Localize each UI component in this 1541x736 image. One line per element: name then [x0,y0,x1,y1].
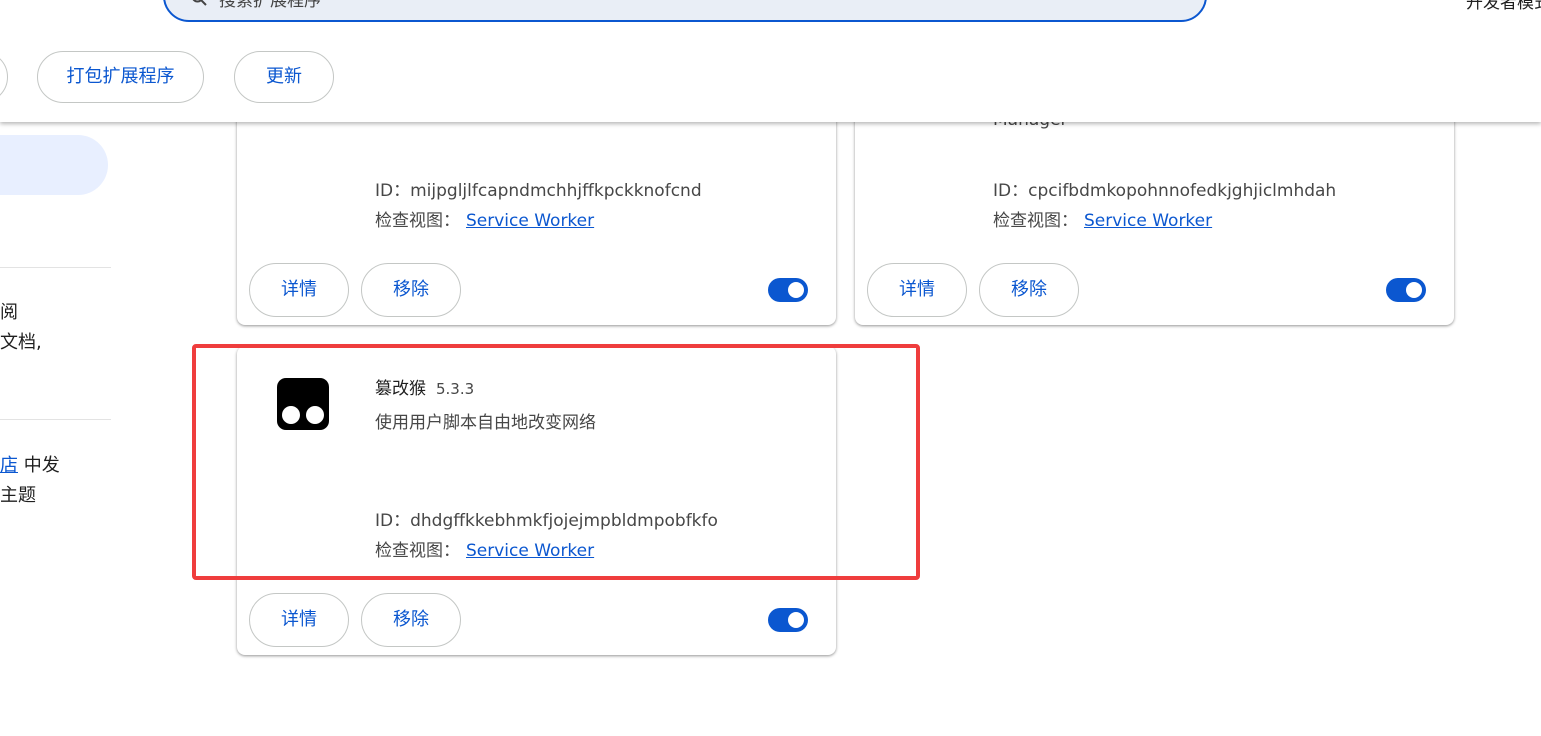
sidebar-divider [0,419,111,420]
webstore-link[interactable]: 店 [0,455,18,476]
extension-description: 使用用户脚本自由地改变网络 [375,413,596,433]
search-icon [192,0,207,6]
service-worker-link[interactable]: Service Worker [466,211,594,231]
toggle-knob [1406,282,1422,298]
details-button[interactable]: 详情 [867,263,967,317]
inspect-views: 检查视图： Service Worker [375,211,595,231]
inspect-views: 检查视图： Service Worker [375,541,595,561]
sidebar-webstore-text: 店 中发 [0,451,60,477]
developer-mode-label: 开发者模式 [1466,0,1541,13]
sidebar-text-line: 主题 [0,485,36,506]
extension-card: ID：mijpgljlfcapndmchhjffkpckknofcnd 检查视图… [237,90,836,325]
enable-toggle[interactable] [1386,278,1426,302]
load-unpacked-button[interactable] [0,51,8,103]
search-box[interactable] [163,0,1207,22]
service-worker-link[interactable]: Service Worker [1084,211,1212,231]
inspect-views: 检查视图： Service Worker [993,211,1213,231]
extension-id: ID：mijpgljlfcapndmchhjffkpckknofcnd [375,181,702,201]
details-button[interactable]: 详情 [249,263,349,317]
sidebar-text-line: 中发 [23,455,60,476]
pack-extension-button[interactable]: 打包扩展程序 [37,51,204,103]
details-button[interactable]: 详情 [249,593,349,647]
tampermonkey-icon [277,378,329,430]
search-input[interactable] [217,0,821,12]
extension-version: 5.3.3 [436,380,475,398]
extension-id: ID：cpcifbdmkopohnnofedkjghjiclmhdah [993,181,1337,201]
extension-card: Manager ID：cpcifbdmkopohnnofedkjghjiclmh… [855,90,1454,325]
remove-button[interactable]: 移除 [361,263,461,317]
service-worker-link[interactable]: Service Worker [466,541,594,561]
toggle-knob [788,282,804,298]
update-button[interactable]: 更新 [234,51,334,103]
sidebar-divider [0,267,111,268]
enable-toggle[interactable] [768,608,808,632]
remove-button[interactable]: 移除 [361,593,461,647]
sidebar-item-extensions[interactable] [0,135,108,195]
toolbar-header: 开发者模式 打包扩展程序 更新 [0,0,1541,122]
enable-toggle[interactable] [768,278,808,302]
toggle-knob [788,612,804,628]
sidebar-text-line: 文档, [0,332,42,353]
extension-card-tampermonkey: 篡改猴 5.3.3 使用用户脚本自由地改变网络 ID：dhdgffkkebhmkf… [237,346,836,655]
extension-id: ID：dhdgffkkebhmkfjojejmpbldmpobfkfo [375,511,718,531]
sidebar-text-line: 阅 [0,302,18,323]
extension-name: 篡改猴 5.3.3 [375,379,475,399]
remove-button[interactable]: 移除 [979,263,1079,317]
